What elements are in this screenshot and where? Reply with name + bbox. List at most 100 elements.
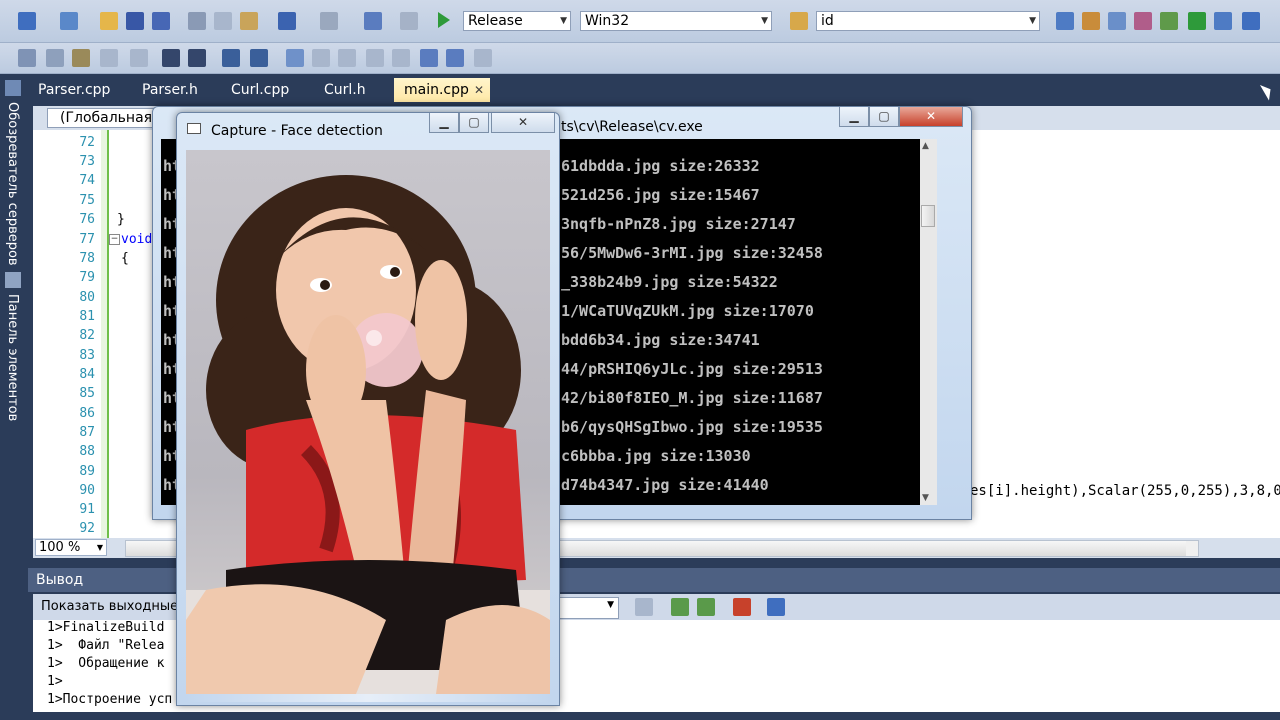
find-value: id xyxy=(821,13,834,29)
toggle-bookmark-icon[interactable] xyxy=(286,49,304,67)
tab-parser-cpp[interactable]: Parser.cpp xyxy=(28,78,120,102)
line-number: 74 xyxy=(79,173,95,188)
find-combo[interactable]: id ▼ xyxy=(816,11,1040,31)
indent-icon[interactable] xyxy=(188,49,206,67)
output-source-select[interactable]: ▼ xyxy=(553,597,619,619)
chevron-down-icon: ▼ xyxy=(560,16,567,26)
add-item-icon[interactable] xyxy=(60,12,78,30)
code-line: } xyxy=(117,212,125,227)
class-view-icon[interactable] xyxy=(1134,12,1152,30)
scrollbar-thumb[interactable] xyxy=(921,205,935,227)
new-project-icon[interactable] xyxy=(18,12,36,30)
next-bookmark-folder-icon[interactable] xyxy=(392,49,410,67)
capture-title: Capture - Face detection xyxy=(211,123,383,139)
toolbar-standard: Release ▼ Win32 ▼ id ▼ xyxy=(0,0,1280,43)
zoom-select[interactable]: 100 % ▼ xyxy=(35,539,107,556)
console-line: c6bbba.jpg size:13030 xyxy=(561,447,751,465)
tab-main-cpp-label: main.cpp xyxy=(404,82,469,98)
chevron-down-icon: ▼ xyxy=(1029,16,1036,26)
next-message-icon[interactable] xyxy=(697,598,715,616)
console-line: 521d256.jpg size:15467 xyxy=(561,186,760,204)
navigate-back-icon[interactable] xyxy=(364,12,382,30)
display-info-icon[interactable] xyxy=(18,49,36,67)
console-vertical-scrollbar[interactable]: ▲ ▼ xyxy=(920,139,937,505)
maximize-button[interactable]: ▢ xyxy=(459,113,489,133)
line-number: 89 xyxy=(79,464,95,479)
copy-icon[interactable] xyxy=(214,12,232,30)
toolbar-text-editor xyxy=(0,43,1280,74)
scroll-up-icon[interactable]: ▲ xyxy=(922,141,929,151)
close-button[interactable]: ✕ xyxy=(491,113,555,133)
find-message-icon[interactable] xyxy=(635,598,653,616)
parameter-info-icon[interactable] xyxy=(46,49,64,67)
scroll-down-icon[interactable]: ▼ xyxy=(922,493,929,503)
maximize-button[interactable]: ▢ xyxy=(869,107,899,127)
uncomment-icon[interactable] xyxy=(250,49,268,67)
extension-manager-icon[interactable] xyxy=(1214,12,1232,30)
cut-icon[interactable] xyxy=(188,12,206,30)
solution-explorer-icon[interactable] xyxy=(1056,12,1074,30)
format-icon[interactable] xyxy=(130,49,148,67)
platform-value: Win32 xyxy=(585,13,630,29)
toolbox-tab[interactable]: Панель элементов xyxy=(5,294,20,421)
console-line: b6/qysQHSgIbwo.jpg size:19535 xyxy=(561,418,823,436)
command-window-icon[interactable] xyxy=(1242,12,1260,30)
minimize-button[interactable]: ▁ xyxy=(429,113,459,133)
close-icon[interactable]: ✕ xyxy=(474,78,484,102)
line-number: 76 xyxy=(79,212,95,227)
captured-frame-svg xyxy=(186,175,550,694)
line-number: 85 xyxy=(79,386,95,401)
start-page-icon[interactable] xyxy=(1188,12,1206,30)
minimize-button[interactable]: ▁ xyxy=(839,107,869,127)
comment-icon[interactable] xyxy=(222,49,240,67)
tab-curl-cpp[interactable]: Curl.cpp xyxy=(221,78,299,102)
clear-bookmarks-icon[interactable] xyxy=(474,49,492,67)
console-line: 3nqfb-nPnZ8.jpg size:27147 xyxy=(561,215,796,233)
close-button[interactable]: ✕ xyxy=(899,107,963,127)
navigate-forward-icon[interactable] xyxy=(400,12,418,30)
prev-bookmark-folder-icon[interactable] xyxy=(366,49,384,67)
save-icon[interactable] xyxy=(126,12,144,30)
tab-main-cpp[interactable]: main.cpp ✕ xyxy=(394,78,490,102)
save-all-icon[interactable] xyxy=(152,12,170,30)
tab-curl-h[interactable]: Curl.h xyxy=(314,78,376,102)
console-line: 61dbdda.jpg size:26332 xyxy=(561,157,760,175)
code-line: es[i].height),Scalar(255,0,255),3,8,0 xyxy=(970,483,1280,499)
prev-bookmark-icon[interactable] xyxy=(312,49,330,67)
line-number: 79 xyxy=(79,270,95,285)
output-source-label: Показать выходные xyxy=(41,599,179,614)
tab-parser-h[interactable]: Parser.h xyxy=(132,78,208,102)
server-explorer-tab[interactable]: Обозреватель серверов xyxy=(5,102,20,266)
next-bookmark-doc-icon[interactable] xyxy=(446,49,464,67)
open-file-icon[interactable] xyxy=(100,12,118,30)
paste-icon[interactable] xyxy=(240,12,258,30)
undo-icon[interactable] xyxy=(278,12,296,30)
start-debug-icon[interactable] xyxy=(438,12,450,28)
prev-message-icon[interactable] xyxy=(671,598,689,616)
code-line: { xyxy=(121,251,129,266)
line-number: 72 xyxy=(79,135,95,150)
output-line: 1> xyxy=(47,674,63,689)
object-browser-icon[interactable] xyxy=(1108,12,1126,30)
line-number: 81 xyxy=(79,309,95,324)
word-completion-icon[interactable] xyxy=(100,49,118,67)
platform-select[interactable]: Win32 ▼ xyxy=(580,11,772,31)
console-line: d74b4347.jpg size:41440 xyxy=(561,476,769,494)
word-wrap-icon[interactable] xyxy=(767,598,785,616)
clear-all-icon[interactable] xyxy=(733,598,751,616)
server-explorer-icon xyxy=(5,80,21,96)
properties-icon[interactable] xyxy=(1082,12,1100,30)
toolbox-icon[interactable] xyxy=(1160,12,1178,30)
line-number: 84 xyxy=(79,367,95,382)
toolbox-dock-icon xyxy=(5,272,21,288)
outdent-icon[interactable] xyxy=(162,49,180,67)
output-line: 1> Файл "Relea xyxy=(47,638,165,653)
solution-config-select[interactable]: Release ▼ xyxy=(463,11,571,31)
next-bookmark-icon[interactable] xyxy=(338,49,356,67)
capture-window-bottom-frame xyxy=(184,694,552,702)
prev-bookmark-doc-icon[interactable] xyxy=(420,49,438,67)
find-in-files-icon[interactable] xyxy=(790,12,808,30)
redo-icon[interactable] xyxy=(320,12,338,30)
quick-info-icon[interactable] xyxy=(72,49,90,67)
collapse-toggle[interactable]: − xyxy=(109,234,120,245)
